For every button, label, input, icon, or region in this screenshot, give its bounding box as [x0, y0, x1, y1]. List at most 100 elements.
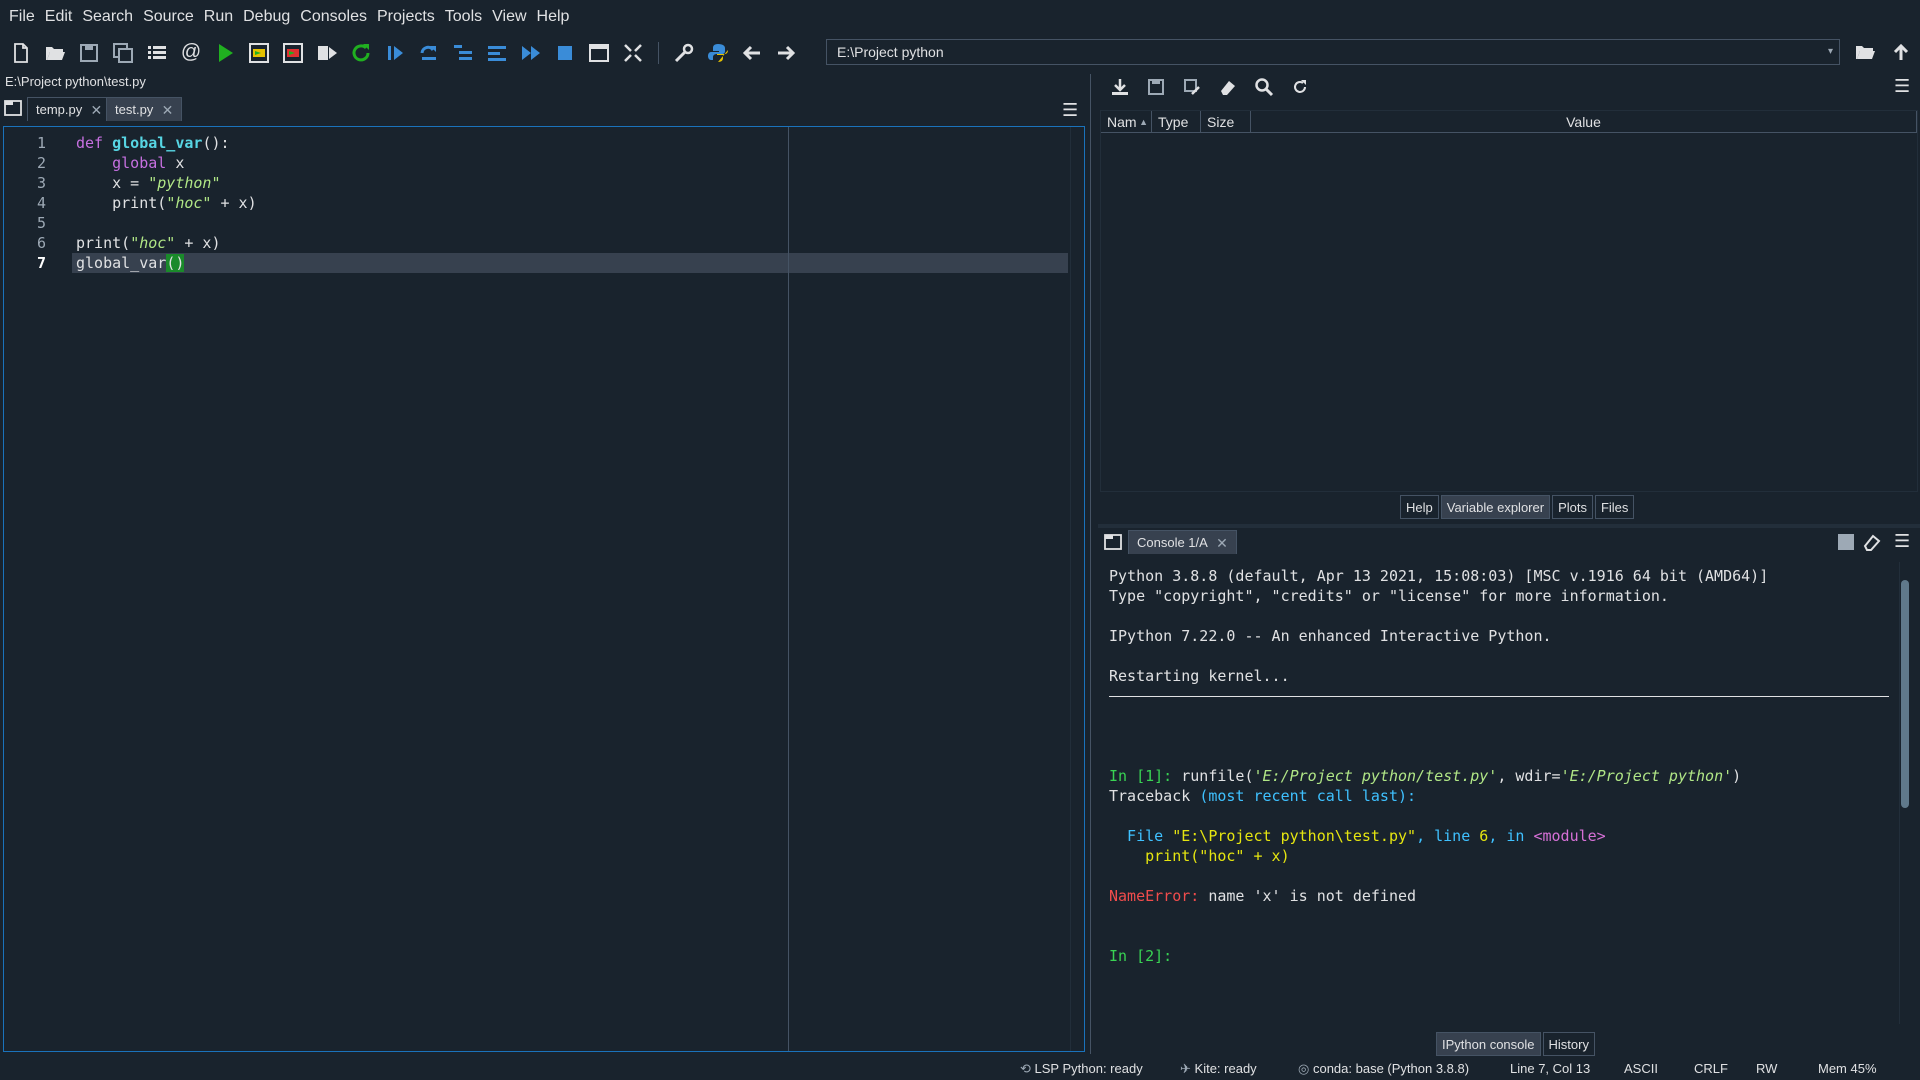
step-into-icon[interactable]: [446, 36, 480, 70]
menu-projects[interactable]: Projects: [372, 8, 440, 26]
tab-history[interactable]: History: [1542, 1032, 1595, 1056]
column-size[interactable]: Size: [1201, 111, 1251, 133]
console-banner: Type "copyright", "credits" or "license"…: [1109, 587, 1669, 605]
console-input-prompt[interactable]: In [2]:: [1109, 947, 1172, 965]
code-editor[interactable]: 1 2 3 4 5 6 7 def global_var(): global x…: [3, 126, 1085, 1052]
menu-help[interactable]: Help: [532, 8, 575, 26]
close-tab-icon[interactable]: ✕: [162, 98, 174, 122]
save-data-as-icon[interactable]: [1174, 73, 1210, 101]
stop-icon[interactable]: [548, 36, 582, 70]
tab-label: test.py: [115, 102, 154, 117]
line-number: 4: [36, 194, 46, 212]
search-icon[interactable]: [1246, 73, 1282, 101]
open-file-icon[interactable]: [38, 36, 72, 70]
save-data-icon[interactable]: [1138, 73, 1174, 101]
editor-options-menu-icon[interactable]: ☰: [1062, 100, 1078, 121]
scrollbar-thumb[interactable]: [1901, 580, 1909, 808]
outline-icon[interactable]: [140, 36, 174, 70]
code-line-6: print("hoc" + x): [76, 234, 221, 252]
console-banner: IPython 7.22.0 -- An enhanced Interactiv…: [1109, 627, 1552, 645]
maximize-icon[interactable]: [582, 36, 616, 70]
console-restart-message: Restarting kernel...: [1109, 667, 1290, 685]
working-directory-path: E:\Project python: [837, 44, 944, 60]
line-number: 3: [36, 174, 46, 192]
run-cell-icon[interactable]: [242, 36, 276, 70]
new-file-icon[interactable]: [4, 36, 38, 70]
variable-table-header: Nam ▲ Type Size Value: [1101, 111, 1917, 133]
cursor-position: Line 7, Col 13: [1510, 1061, 1591, 1076]
re-run-icon[interactable]: [344, 36, 378, 70]
console-tab-bar: Console 1/A ✕ ☰: [1098, 528, 1920, 556]
column-value[interactable]: Value: [1251, 111, 1917, 133]
edge-line-marker: [788, 127, 789, 1051]
import-data-icon[interactable]: [1102, 73, 1138, 101]
clear-console-icon[interactable]: [1862, 532, 1882, 555]
save-all-icon[interactable]: [106, 36, 140, 70]
ipython-console[interactable]: Python 3.8.8 (default, Apr 13 2021, 15:0…: [1101, 562, 1900, 1024]
console-traceback-source: print("hoc" + x): [1109, 847, 1290, 865]
menu-edit[interactable]: Edit: [40, 8, 78, 26]
tab-help[interactable]: Help: [1400, 495, 1439, 519]
menu-run[interactable]: Run: [199, 8, 238, 26]
console-options-icon[interactable]: ☰: [1894, 531, 1910, 552]
step-icon[interactable]: [412, 36, 446, 70]
menu-view[interactable]: View: [487, 8, 531, 26]
browse-tabs-icon[interactable]: [4, 100, 22, 116]
preferences-icon[interactable]: [667, 36, 701, 70]
file-encoding: ASCII: [1624, 1061, 1658, 1076]
eraser-icon[interactable]: [1210, 73, 1246, 101]
close-tab-icon[interactable]: ✕: [91, 98, 103, 122]
at-sign-icon[interactable]: @: [174, 36, 208, 70]
line-number: 5: [36, 214, 46, 232]
tab-test-py[interactable]: test.py ✕: [106, 97, 183, 122]
variable-explorer-options-icon[interactable]: ☰: [1894, 76, 1910, 97]
run-cell-advance-icon[interactable]: [276, 36, 310, 70]
sort-ascending-icon: ▲: [1139, 117, 1148, 127]
tab-temp-py[interactable]: temp.py ✕: [27, 97, 112, 122]
menu-tools[interactable]: Tools: [440, 8, 487, 26]
run-icon[interactable]: [208, 36, 242, 70]
tab-ipython-console[interactable]: IPython console: [1436, 1032, 1541, 1056]
tab-files[interactable]: Files: [1594, 495, 1635, 519]
line-number: 6: [36, 234, 46, 252]
kite-icon: ✈: [1180, 1061, 1191, 1076]
close-tab-icon[interactable]: ✕: [1216, 531, 1228, 555]
line-number: 2: [36, 154, 46, 172]
menu-search[interactable]: Search: [77, 8, 138, 26]
refresh-icon[interactable]: [1282, 73, 1318, 101]
tab-console-1a[interactable]: Console 1/A ✕: [1128, 530, 1237, 554]
browse-tabs-icon[interactable]: [1104, 534, 1122, 550]
debug-icon[interactable]: [378, 36, 412, 70]
variable-explorer-toolbar: [1098, 72, 1920, 102]
menu-source[interactable]: Source: [138, 8, 199, 26]
stop-kernel-icon[interactable]: [1838, 534, 1854, 550]
save-icon[interactable]: [72, 36, 106, 70]
column-type[interactable]: Type: [1152, 111, 1201, 133]
forward-arrow-icon[interactable]: [769, 36, 803, 70]
variable-table[interactable]: Nam ▲ Type Size Value: [1100, 110, 1918, 492]
fullscreen-icon[interactable]: [616, 36, 650, 70]
menu-consoles[interactable]: Consoles: [295, 8, 372, 26]
code-area[interactable]: def global_var(): global x x = "python" …: [72, 127, 1068, 1051]
column-name[interactable]: Nam ▲: [1101, 111, 1152, 133]
tab-label: temp.py: [36, 102, 83, 117]
tab-variable-explorer[interactable]: Variable explorer: [1440, 495, 1551, 519]
pane-splitter[interactable]: [1090, 74, 1098, 1054]
continue-icon[interactable]: [514, 36, 548, 70]
menu-file[interactable]: File: [4, 8, 40, 26]
run-selection-icon[interactable]: [310, 36, 344, 70]
line-number: 1: [36, 134, 46, 152]
top-pane-tabs: Help Variable explorer Plots Files: [1400, 495, 1636, 519]
code-line-1: def global_var():: [76, 134, 230, 152]
browse-folder-icon[interactable]: [1848, 35, 1882, 69]
working-directory-combobox[interactable]: E:\Project python ▾: [826, 39, 1840, 65]
parent-directory-icon[interactable]: [1884, 35, 1918, 69]
console-scrollbar[interactable]: [1900, 575, 1910, 1015]
chevron-down-icon[interactable]: ▾: [1828, 40, 1833, 64]
tab-plots[interactable]: Plots: [1552, 495, 1593, 519]
back-arrow-icon[interactable]: [735, 36, 769, 70]
menu-debug[interactable]: Debug: [238, 8, 295, 26]
python-path-icon[interactable]: [701, 36, 735, 70]
step-return-icon[interactable]: [480, 36, 514, 70]
editor-scrollbar[interactable]: [1070, 127, 1082, 1051]
